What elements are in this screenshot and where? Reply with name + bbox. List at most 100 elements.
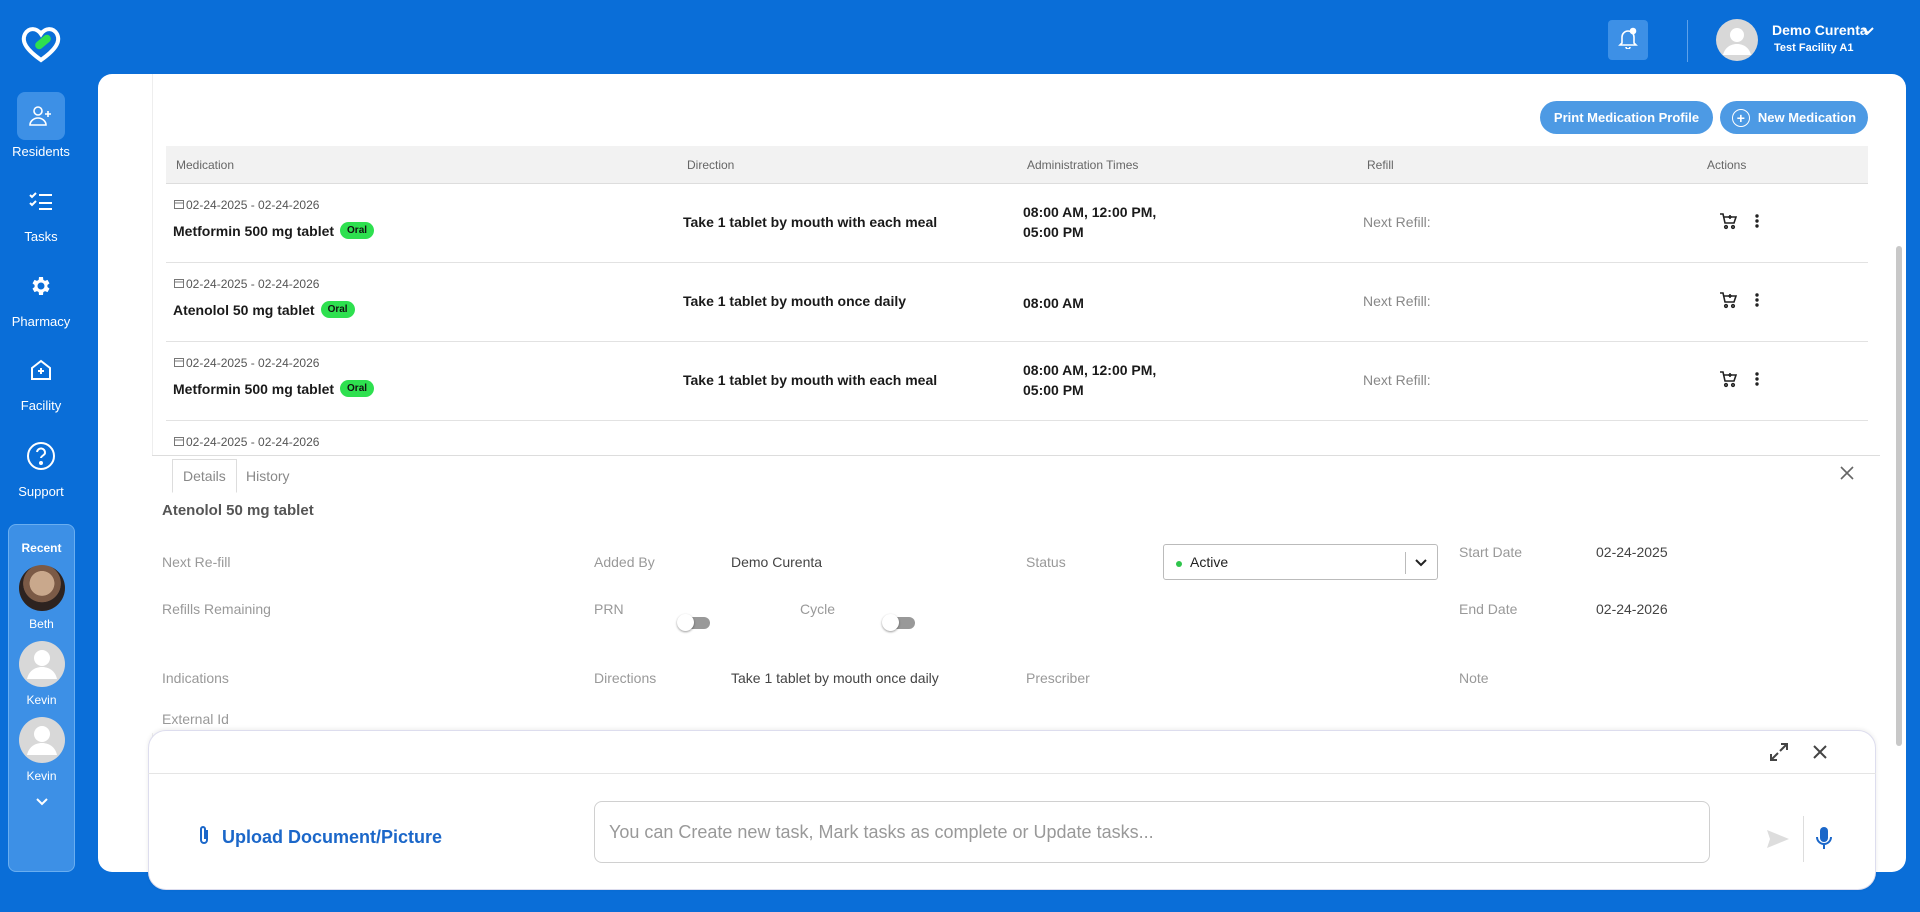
medication-details-panel <box>152 455 1880 733</box>
value-directions: Take 1 tablet by mouth once daily <box>731 670 939 686</box>
cycle-toggle[interactable] <box>882 614 915 631</box>
upload-document-button[interactable]: Upload Document/Picture <box>196 824 442 851</box>
left-nav: Residents Tasks Pharmacy Facility Suppor… <box>0 0 82 912</box>
send-icon[interactable] <box>1766 829 1790 854</box>
table-row[interactable]: 02-24-2025 - 02-24-2026 <box>166 421 1868 455</box>
table-row[interactable]: 02-24-2025 - 02-24-2026 Metformin 500 mg… <box>166 342 1868 421</box>
next-refill: Next Refill: <box>1363 214 1431 230</box>
chevron-down-icon[interactable] <box>1862 22 1874 40</box>
plus-icon: + <box>1731 108 1750 127</box>
label-end-date: End Date <box>1459 601 1518 617</box>
label-external-id: External Id <box>162 711 229 727</box>
times-line: 08:00 AM, 12:00 PM, <box>1023 362 1157 378</box>
date-range: 02-24-2025 - 02-24-2026 <box>174 198 319 212</box>
label-added-by: Added By <box>594 554 655 570</box>
recent-person-name: Kevin <box>26 693 57 707</box>
times-line: 08:00 AM <box>1023 295 1084 311</box>
nav-label: Pharmacy <box>11 314 71 329</box>
tab-details[interactable]: Details <box>172 459 237 493</box>
expand-icon[interactable] <box>1769 742 1789 767</box>
nav-label: Facility <box>20 398 62 413</box>
label-cycle: Cycle <box>800 601 836 617</box>
recent-title: Recent <box>21 541 62 555</box>
column-header[interactable]: Direction <box>687 158 734 172</box>
date-range-text: 02-24-2025 - 02-24-2026 <box>186 277 320 291</box>
avatar[interactable] <box>1716 19 1758 61</box>
notifications-button[interactable] <box>1608 20 1648 60</box>
status-select[interactable]: Active <box>1163 544 1438 580</box>
tab-history[interactable]: History <box>236 459 300 493</box>
nav-residents[interactable]: Residents <box>0 92 82 159</box>
date-range-text: 02-24-2025 - 02-24-2026 <box>186 435 320 449</box>
recent-person-kevin[interactable]: Kevin <box>9 641 74 707</box>
label-note: Note <box>1459 670 1489 686</box>
calendar-icon <box>174 356 184 370</box>
app-logo[interactable] <box>19 24 63 64</box>
recent-person-name: Beth <box>29 617 54 631</box>
nav-support[interactable]: Support <box>0 432 82 499</box>
label-refills-remaining: Refills Remaining <box>162 601 271 617</box>
assistant-input[interactable] <box>594 801 1710 863</box>
close-icon[interactable] <box>1810 742 1830 767</box>
route-badge: Oral <box>320 301 355 318</box>
refill-cart-icon[interactable] <box>1719 212 1738 235</box>
table-header: Medication Direction Administration Time… <box>166 146 1868 184</box>
new-medication-label: New Medication <box>1757 110 1857 125</box>
close-icon[interactable] <box>1840 466 1854 485</box>
new-medication-button[interactable]: + New Medication <box>1720 101 1868 134</box>
value-end-date: 02-24-2026 <box>1596 601 1668 617</box>
value-added-by: Demo Curenta <box>731 554 823 570</box>
more-vertical-icon[interactable] <box>1754 291 1760 314</box>
nav-tasks[interactable]: Tasks <box>0 177 82 244</box>
column-header[interactable]: Administration Times <box>1027 158 1138 172</box>
nav-label: Tasks <box>24 229 58 244</box>
medication-name-text: Atenolol 50 mg tablet <box>173 301 315 318</box>
route-badge: Oral <box>340 222 375 239</box>
print-medication-profile-button[interactable]: Print Medication Profile <box>1540 101 1713 134</box>
refill-cart-icon[interactable] <box>1719 370 1738 393</box>
more-vertical-icon[interactable] <box>1754 370 1760 393</box>
label-directions: Directions <box>594 670 657 686</box>
bell-icon <box>1618 27 1638 54</box>
direction: Take 1 tablet by mouth with each meal <box>683 372 938 388</box>
details-title: Atenolol 50 mg tablet <box>162 502 314 519</box>
route-badge: Oral <box>340 380 375 397</box>
table-row[interactable]: 02-24-2025 - 02-24-2026 Atenolol 50 mg t… <box>166 263 1868 342</box>
recent-person-beth[interactable]: Beth <box>9 565 74 631</box>
user-name[interactable]: Demo Curenta <box>1772 22 1868 38</box>
avatar <box>18 565 65 611</box>
table-row[interactable]: 02-24-2025 - 02-24-2026 Metformin 500 mg… <box>166 184 1868 263</box>
scrollbar-thumb[interactable] <box>1896 246 1902 746</box>
label-prescriber: Prescriber <box>1026 670 1090 686</box>
status-dot-icon <box>1176 561 1182 567</box>
medication-name-text: Metformin 500 mg tablet <box>173 222 335 239</box>
nav-facility[interactable]: Facility <box>0 346 82 413</box>
avatar <box>18 717 65 763</box>
administration-times: 08:00 AM <box>1023 293 1183 313</box>
status-value: Active <box>1190 554 1229 570</box>
prn-toggle[interactable] <box>677 614 710 631</box>
recent-person-name: Kevin <box>26 769 57 783</box>
times-line: 08:00 AM, 12:00 PM, <box>1023 204 1157 220</box>
paperclip-icon <box>196 824 212 851</box>
column-header[interactable]: Refill <box>1367 158 1394 172</box>
recent-panel: Recent Beth Kevin Kevin <box>8 524 75 872</box>
nav-pharmacy[interactable]: Pharmacy <box>0 262 82 329</box>
date-range: 02-24-2025 - 02-24-2026 <box>174 435 319 449</box>
microphone-icon[interactable] <box>1815 826 1833 857</box>
tasks-icon <box>17 177 65 225</box>
chevron-down-icon[interactable] <box>1414 555 1428 574</box>
refill-cart-icon[interactable] <box>1719 291 1738 314</box>
header-divider <box>1687 20 1688 62</box>
administration-times: 08:00 AM, 12:00 PM, 05:00 PM <box>1023 202 1183 242</box>
date-range-text: 02-24-2025 - 02-24-2026 <box>186 198 320 212</box>
date-range-text: 02-24-2025 - 02-24-2026 <box>186 356 320 370</box>
chevron-down-icon[interactable] <box>9 795 74 809</box>
medication-name: Metformin 500 mg tablet Oral <box>173 380 375 397</box>
label-status: Status <box>1026 554 1066 570</box>
select-divider <box>1405 552 1406 574</box>
recent-person-kevin[interactable]: Kevin <box>9 717 74 783</box>
facility-icon <box>17 346 65 394</box>
column-header[interactable]: Medication <box>176 158 234 172</box>
more-vertical-icon[interactable] <box>1754 212 1760 235</box>
